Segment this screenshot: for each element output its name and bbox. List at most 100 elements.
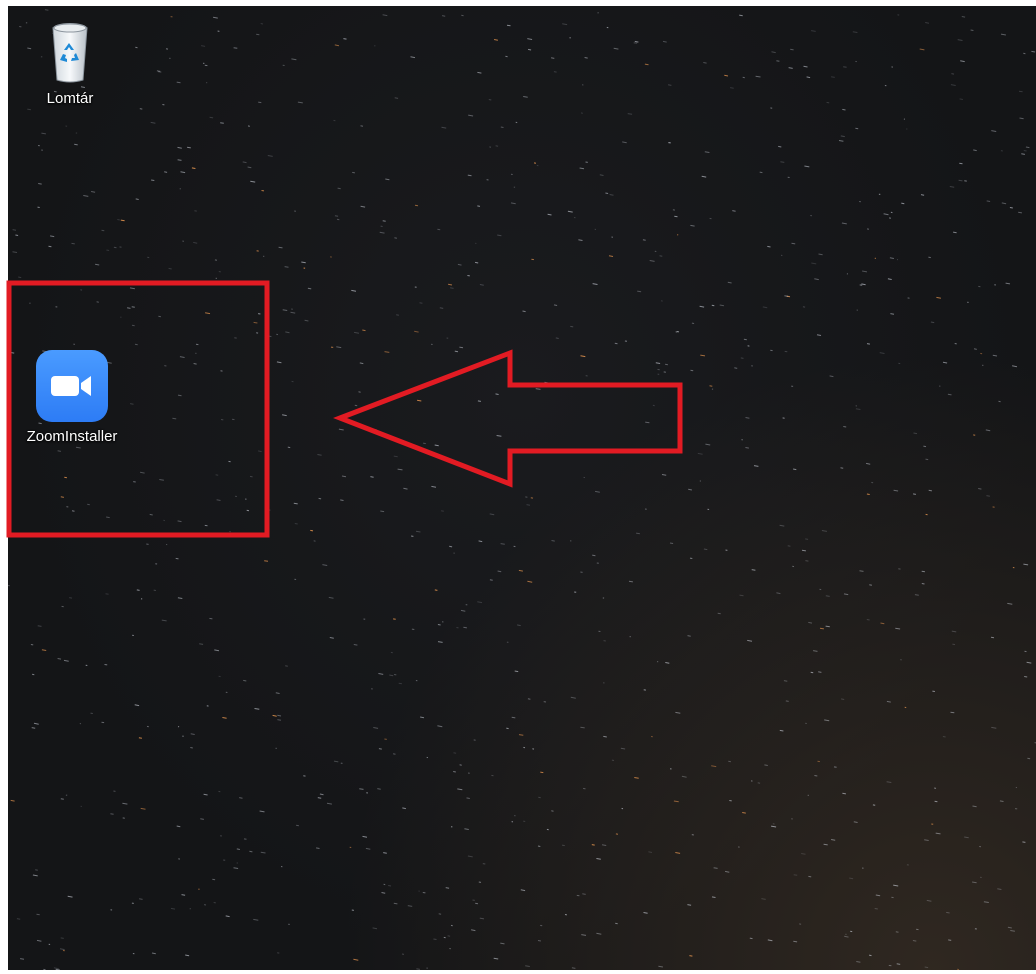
star	[360, 205, 366, 208]
star	[414, 330, 419, 333]
star	[791, 242, 796, 245]
star	[645, 421, 650, 424]
star	[986, 495, 990, 497]
star	[362, 329, 366, 332]
star	[957, 39, 963, 41]
star	[236, 848, 240, 850]
star	[170, 907, 176, 910]
star	[553, 71, 557, 73]
star	[200, 818, 204, 820]
star	[537, 940, 541, 942]
star	[1023, 150, 1027, 152]
star	[459, 346, 464, 349]
star	[477, 400, 481, 402]
star	[755, 75, 761, 78]
star	[36, 913, 40, 916]
star	[282, 309, 288, 311]
star	[886, 700, 891, 703]
starfield-wallpaper	[8, 9, 1036, 970]
star	[1000, 33, 1006, 36]
star	[855, 408, 861, 410]
star	[464, 828, 469, 830]
star	[779, 729, 784, 732]
star	[779, 524, 785, 527]
star	[267, 155, 273, 157]
star	[866, 462, 871, 465]
star	[681, 775, 687, 778]
star	[477, 205, 481, 207]
star	[749, 937, 753, 940]
star	[69, 597, 73, 599]
star	[601, 844, 607, 846]
zoom-installer-label: ZoomInstaller	[26, 428, 118, 445]
star	[890, 313, 895, 315]
star	[478, 540, 483, 543]
star	[338, 428, 344, 431]
star	[803, 65, 808, 68]
star	[761, 898, 766, 900]
star	[267, 335, 272, 338]
star	[215, 474, 219, 476]
star	[1009, 207, 1013, 209]
star	[776, 592, 781, 595]
star	[326, 802, 332, 805]
star	[703, 548, 708, 551]
star	[992, 354, 998, 357]
star	[662, 40, 667, 43]
star	[596, 858, 601, 860]
star	[525, 965, 530, 967]
star	[605, 192, 609, 194]
star	[353, 644, 358, 646]
star	[35, 869, 38, 871]
star	[959, 98, 963, 100]
star	[287, 446, 291, 449]
star	[242, 161, 247, 164]
star	[960, 60, 965, 63]
star	[32, 874, 38, 877]
star	[151, 952, 156, 955]
star	[290, 311, 296, 314]
star	[495, 145, 499, 147]
star	[690, 224, 695, 227]
star	[225, 915, 230, 918]
desktop-icon-zoom-installer[interactable]: ZoomInstaller	[24, 350, 120, 445]
star	[745, 417, 750, 419]
star	[942, 361, 948, 364]
star	[359, 362, 364, 365]
star	[139, 898, 143, 900]
star	[48, 245, 52, 248]
star	[1018, 211, 1022, 214]
star	[843, 593, 849, 596]
star	[253, 918, 259, 921]
star	[778, 145, 782, 148]
star	[193, 241, 198, 244]
star	[801, 549, 806, 552]
desktop-background[interactable]: Lomtár ZoomInstaller	[8, 6, 1036, 970]
star	[978, 488, 982, 490]
star	[433, 938, 437, 940]
desktop-icon-recycle-bin[interactable]: Lomtár	[22, 20, 118, 107]
star	[397, 468, 403, 471]
star	[18, 276, 22, 279]
star	[50, 235, 55, 238]
star	[711, 304, 715, 307]
star	[829, 375, 834, 378]
star	[953, 231, 957, 234]
star	[599, 174, 604, 176]
star	[842, 108, 846, 111]
star	[608, 255, 614, 257]
star	[140, 471, 145, 474]
star	[528, 48, 532, 51]
star	[372, 927, 378, 930]
star	[973, 149, 977, 152]
star	[164, 171, 168, 173]
star	[767, 939, 773, 942]
star	[592, 283, 598, 285]
star	[214, 649, 220, 652]
star	[158, 315, 161, 318]
star	[801, 853, 806, 855]
star	[580, 355, 586, 358]
star	[747, 639, 753, 642]
star	[316, 847, 320, 849]
star	[711, 896, 716, 898]
